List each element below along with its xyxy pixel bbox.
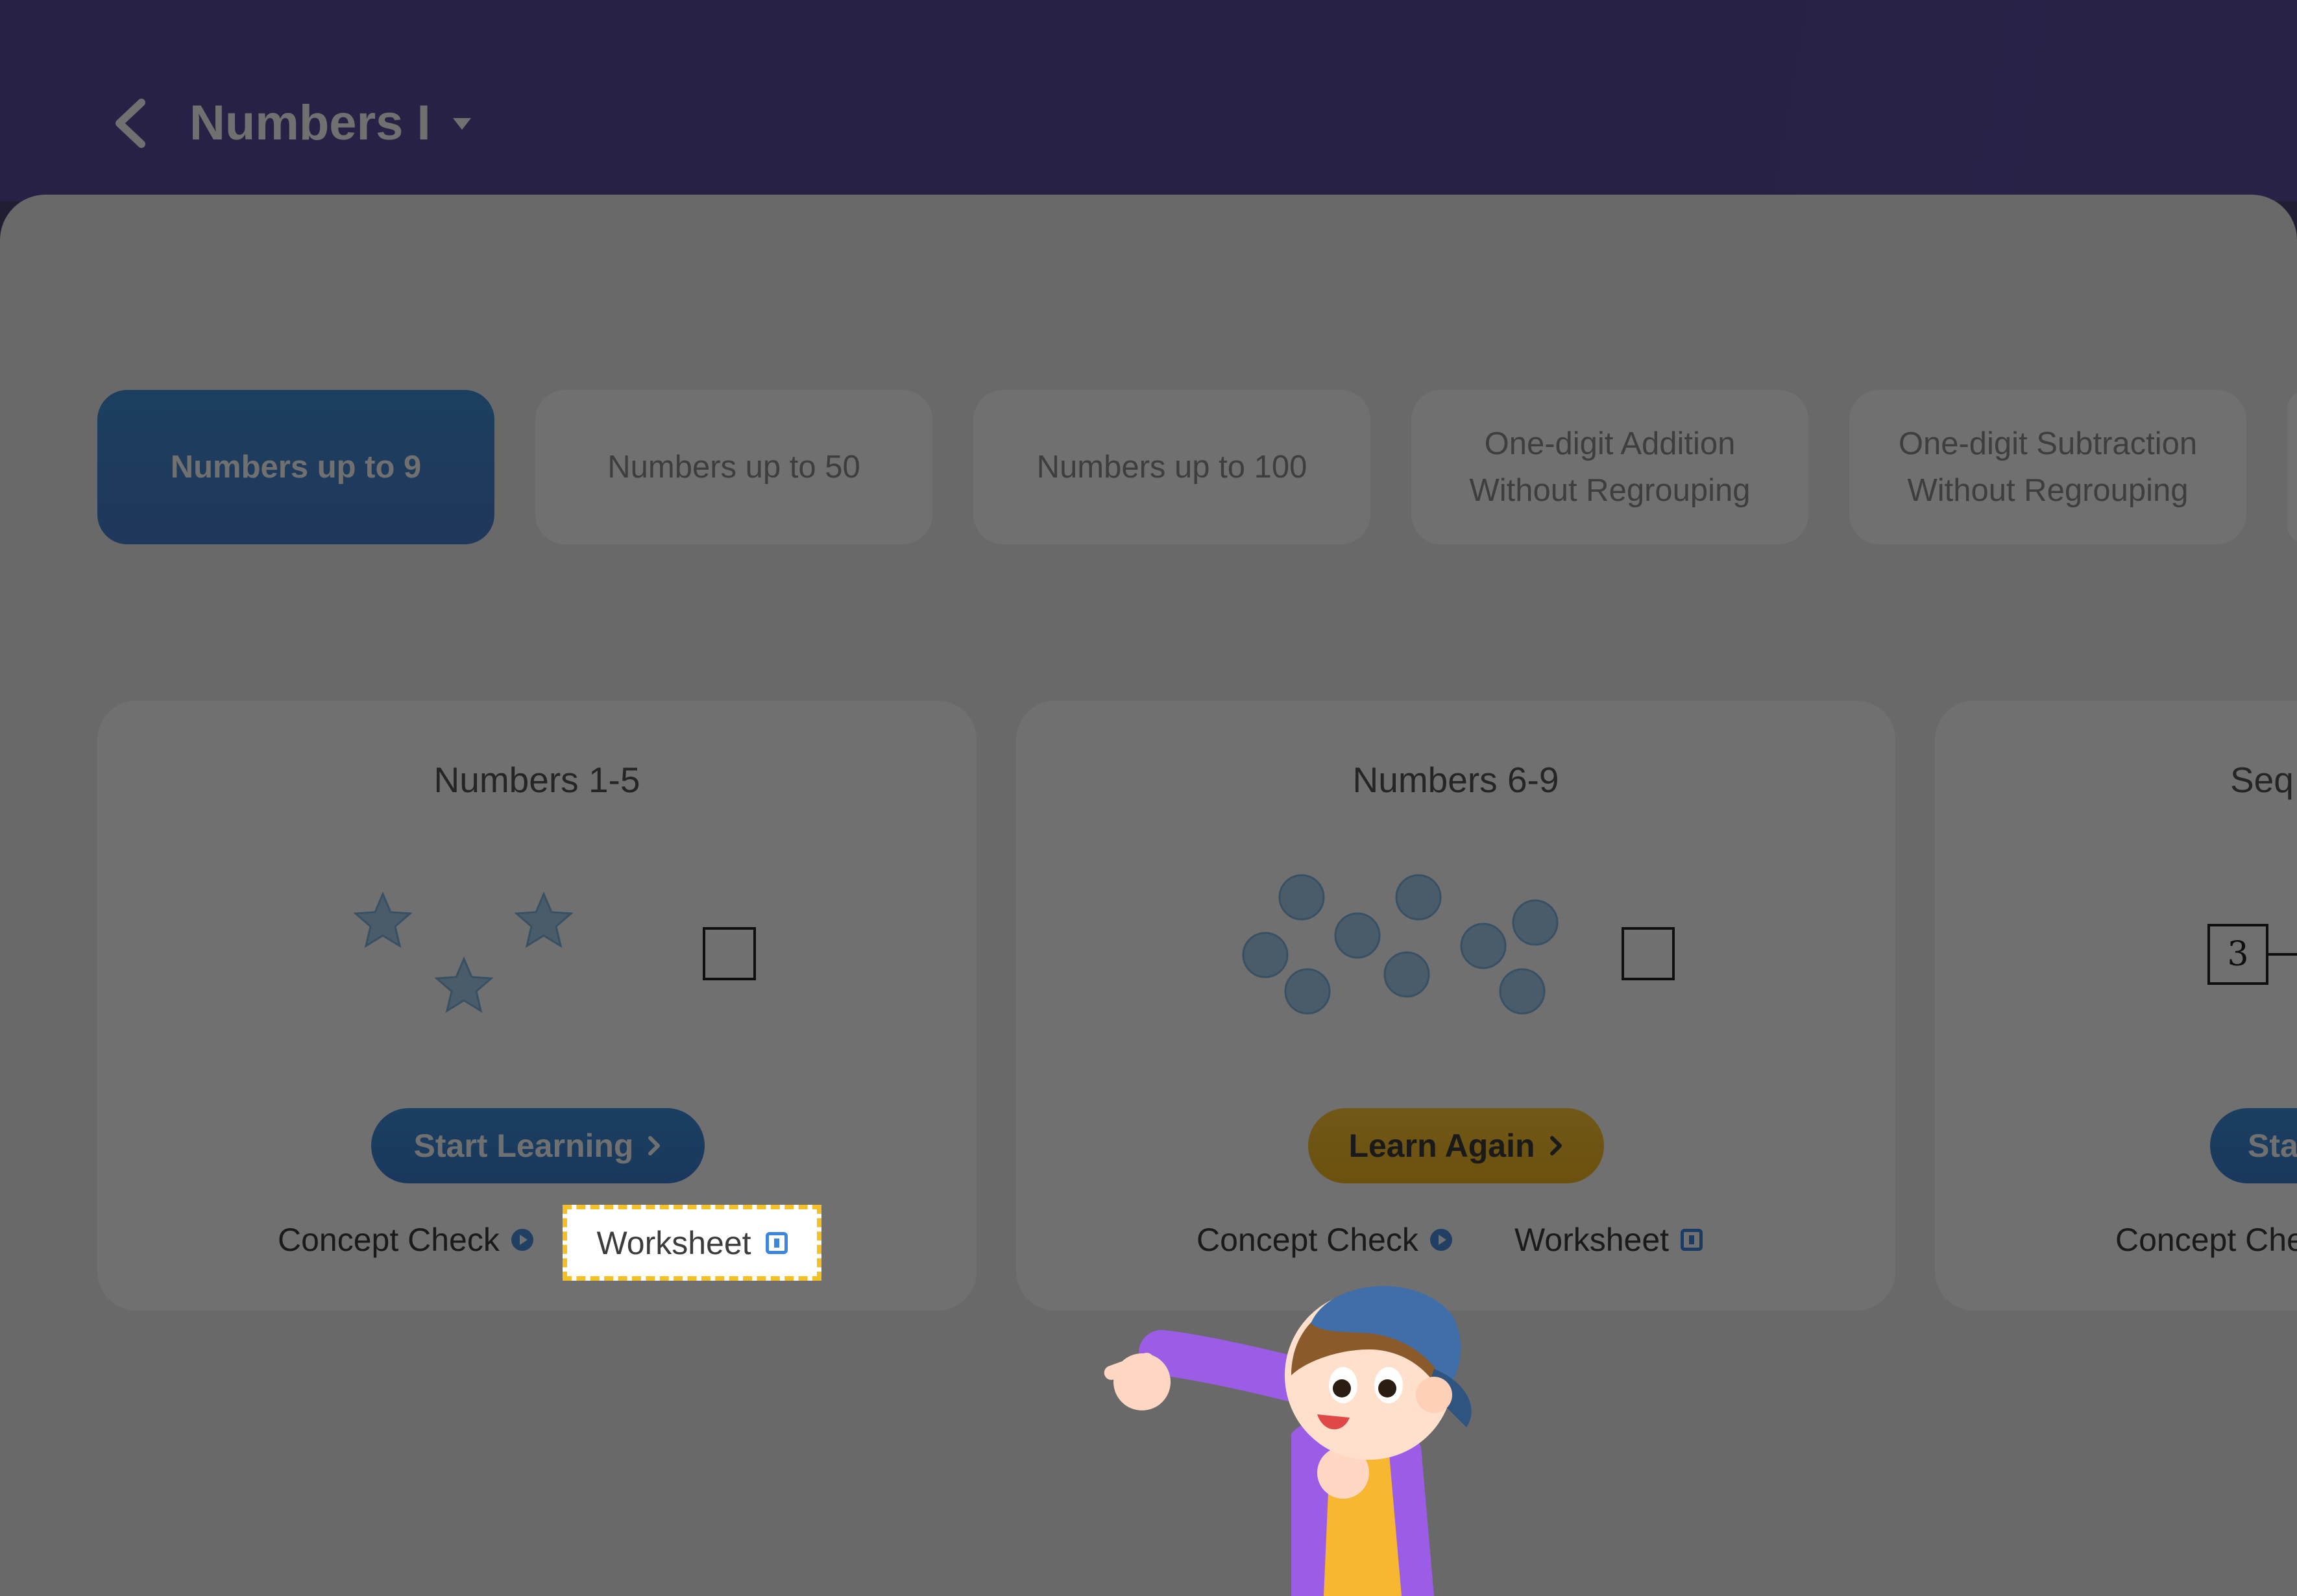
caret-down-icon[interactable] [449,112,475,135]
tab-label: Numbers up to 9 [170,450,422,485]
tab-label: Numbers up to 50 [607,450,860,485]
tab-label: Numbers up to 100 [1036,450,1307,485]
chevron-right-icon [648,1136,661,1155]
answer-box[interactable] [703,927,756,980]
lesson-card-sequence: Seq 3 Sta Concept Che [1935,701,2297,1311]
chevron-left-icon[interactable] [104,91,156,156]
download-icon [765,1231,788,1254]
circle-group-icon [1242,874,1559,1015]
play-circle-icon [1429,1229,1452,1251]
concept-check-link[interactable]: Concept Che [2115,1221,2297,1259]
concept-check-link[interactable]: Concept Check [278,1221,533,1259]
star-group-icon [354,893,572,1012]
tab-numbers-up-to-50[interactable]: Numbers up to 50 [535,390,932,544]
worksheet-label: Worksheet [596,1224,751,1261]
worksheet-link[interactable]: Worksheet [1514,1221,1703,1259]
lesson-card-numbers-6-9: Numbers 6-9 Learn Again Concept Check Wo… [1016,701,1895,1311]
start-learning-button[interactable]: Sta [2210,1108,2297,1183]
concept-check-link[interactable]: Concept Check [1197,1221,1452,1259]
download-icon [1681,1229,1703,1251]
concept-check-label: Concept Check [278,1222,500,1258]
worksheet-label: Worksheet [1514,1222,1670,1258]
sequence-line [2268,953,2297,956]
number-box: 3 [2207,924,2268,985]
button-label: Sta [2248,1128,2297,1164]
tab-next-partial[interactable] [2287,390,2297,544]
button-label: Start Learning [413,1128,634,1164]
tab-numbers-up-to-100[interactable]: Numbers up to 100 [973,390,1370,544]
card-title: Numbers 1-5 [433,760,640,800]
lesson-card-numbers-1-5: Numbers 1-5 Start Learning Concept Check [97,701,977,1311]
chevron-right-icon [1550,1136,1562,1155]
card-title: Numbers 6-9 [1352,760,1559,800]
answer-box[interactable] [1622,927,1675,980]
tab-numbers-up-to-9[interactable]: Numbers up to 9 [97,390,494,544]
start-learning-button[interactable]: Start Learning [371,1108,705,1183]
card-title: Seq [2230,760,2294,800]
worksheet-link-highlighted[interactable]: Worksheet [563,1205,821,1281]
button-label: Learn Again [1348,1128,1535,1164]
play-circle-icon [511,1229,533,1251]
page-title[interactable]: Numbers I [189,91,431,156]
tab-one-digit-subtraction[interactable]: One-digit Subtraction Without Regrouping [1849,390,2246,544]
tab-one-digit-addition[interactable]: One-digit Addition Without Regrouping [1411,390,1808,544]
concept-check-label: Concept Check [1197,1222,1418,1258]
tab-label: One-digit Subtraction Without Regrouping [1898,426,2198,508]
tab-label: One-digit Addition Without Regrouping [1469,426,1751,508]
learn-again-button[interactable]: Learn Again [1308,1108,1604,1183]
top-bar: Numbers I [0,0,2297,201]
mascot-character [1104,1286,1472,1596]
concept-check-label: Concept Che [2115,1222,2297,1258]
